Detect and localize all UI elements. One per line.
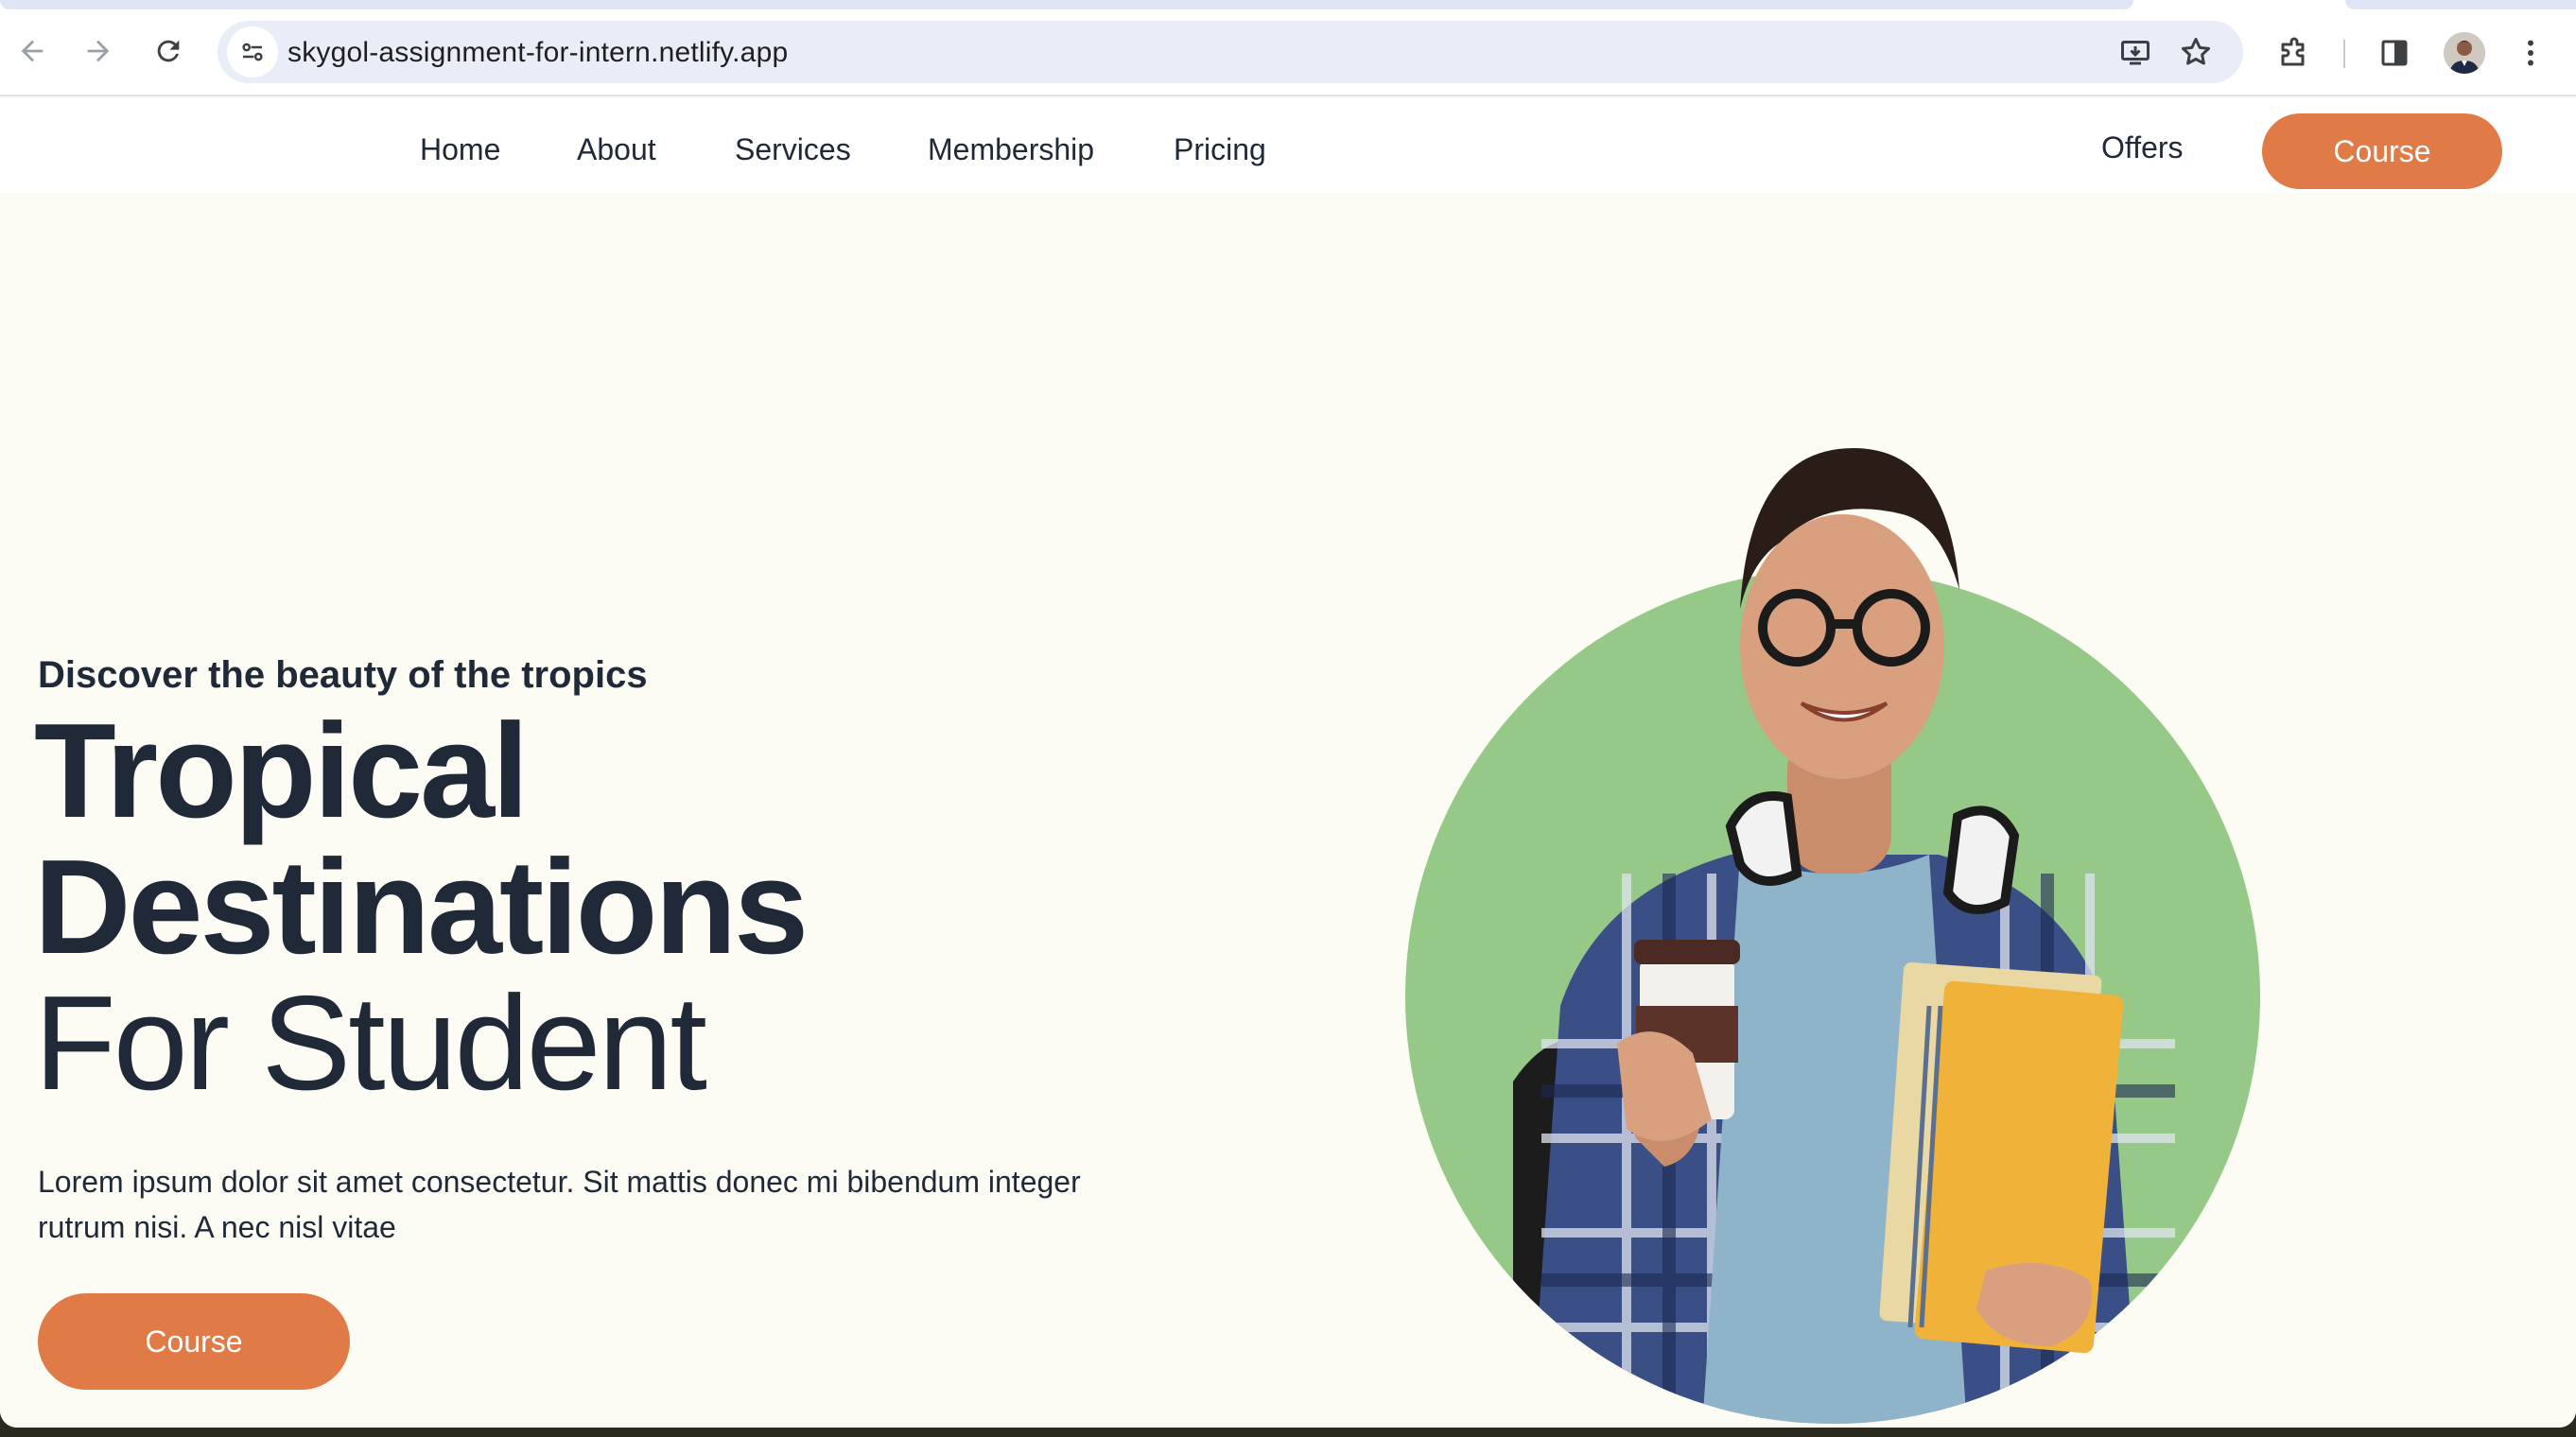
header-course-button[interactable]: Course [2262,113,2502,189]
hero-title-line-1: Tropical [34,696,530,846]
more-menu-icon[interactable] [2508,30,2553,76]
nav-pricing[interactable]: Pricing [1174,132,1266,167]
hero-section: Discover the beauty of the tropics Tropi… [0,193,2576,1428]
browser-toolbar: skygol-assignment-for-intern.netlify.app [0,9,2576,96]
active-tab[interactable] [0,0,2133,9]
hero-title-line-2: Destinations [34,832,809,982]
hero-title: Tropical Destinations For Student [34,696,809,1118]
site-info-icon[interactable] [227,26,278,78]
nav-offers[interactable]: Offers [2101,130,2184,165]
hero-eyebrow: Discover the beauty of the tropics [38,654,648,696]
site-header: Home About Services Membership Pricing O… [0,98,2576,193]
nav-membership[interactable]: Membership [928,132,1094,167]
nav-home[interactable]: Home [420,132,500,167]
hero-title-line-3: For Student [34,968,707,1118]
forward-icon[interactable] [78,30,119,72]
hero-course-button[interactable]: Course [38,1293,350,1390]
nav-about[interactable]: About [577,132,656,167]
tab-strip-right [2345,0,2576,9]
nav-services[interactable]: Services [735,132,851,167]
student-illustration [1405,448,2260,1424]
back-icon[interactable] [11,30,53,72]
url-text[interactable]: skygol-assignment-for-intern.netlify.app [287,37,788,69]
side-panel-icon[interactable] [2372,30,2417,76]
hero-description: Lorem ipsum dolor sit amet consectetur. … [38,1165,1081,1244]
desktop-background-strip [0,1428,2576,1437]
address-bar[interactable]: skygol-assignment-for-intern.netlify.app [218,21,2243,83]
toolbar-divider [2343,40,2345,68]
profile-avatar[interactable] [2444,32,2485,74]
browser-window: skygol-assignment-for-intern.netlify.app [0,0,2576,1428]
bookmark-star-icon[interactable] [2177,33,2215,71]
reload-icon[interactable] [148,30,189,72]
install-app-icon[interactable] [2116,33,2154,71]
extensions-icon[interactable] [2271,30,2317,76]
hero-student-image [1400,420,2270,1428]
